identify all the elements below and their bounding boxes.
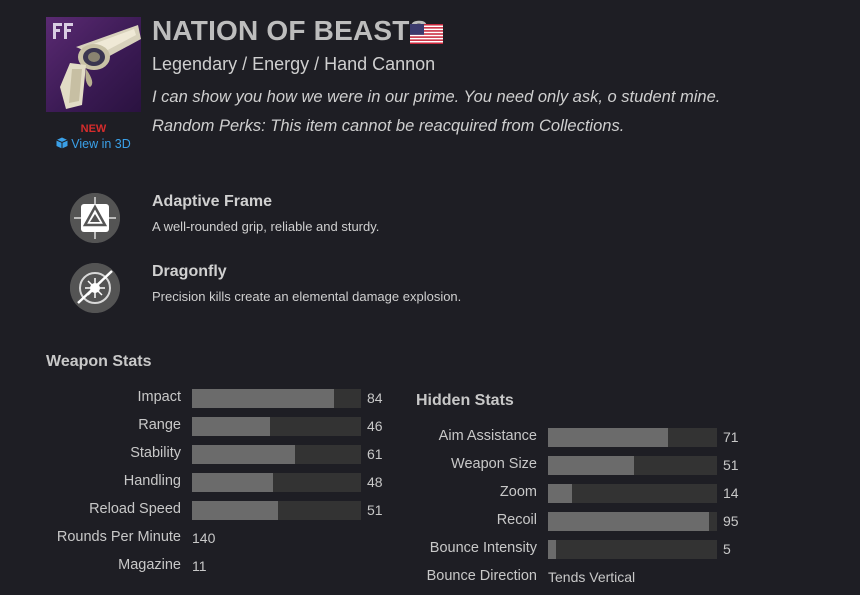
stat-bar [548, 428, 717, 447]
stat-label: Impact [137, 389, 181, 405]
view-in-3d-label: View in 3D [71, 137, 131, 151]
stat-bar-fill [548, 540, 557, 559]
stat-bar-fill [192, 501, 279, 520]
new-badge: NEW [80, 123, 107, 135]
stat-label: Aim Assistance [438, 428, 537, 444]
stat-label: Weapon Size [451, 456, 537, 472]
item-type-line: Legendary / Energy / Hand Cannon [152, 54, 436, 74]
adaptive-frame-icon[interactable] [70, 193, 120, 243]
stat-label: Recoil [496, 512, 537, 528]
stat-bar-fill [192, 389, 334, 408]
hidden-stats-title: Hidden Stats [416, 392, 514, 409]
stat-bar [548, 512, 717, 531]
stat-label: Range [138, 417, 181, 433]
stat-label: Zoom [499, 484, 537, 500]
stat-label: Magazine [118, 557, 181, 573]
stat-bar-fill [192, 445, 296, 464]
stat-bar [192, 445, 361, 464]
perk-name: Adaptive Frame [152, 193, 273, 210]
stat-bar [192, 501, 361, 520]
stat-value: 95 [723, 513, 739, 529]
stat-bar [548, 484, 717, 503]
stat-bar [548, 540, 717, 559]
perk-description: A well-rounded grip, reliable and sturdy… [152, 219, 380, 234]
stat-bar [192, 473, 361, 492]
stat-label: Handling [123, 473, 181, 489]
perk-name: Dragonfly [152, 263, 227, 280]
stat-label: Reload Speed [89, 501, 181, 517]
flavor-text: I can show you how we were in our prime.… [152, 88, 721, 106]
hand-cannon-icon [53, 23, 141, 109]
stat-value: 5 [723, 541, 731, 557]
stat-label: Stability [130, 445, 181, 461]
weapon-stats-title: Weapon Stats [46, 353, 152, 370]
stat-bar-fill [548, 428, 668, 447]
dragonfly-icon[interactable] [70, 263, 120, 313]
us-flag-icon [410, 24, 443, 44]
stat-value: Tends Vertical [548, 569, 636, 585]
stat-bar [192, 389, 361, 408]
stat-label: Bounce Direction [426, 568, 537, 584]
stat-bar-fill [548, 484, 572, 503]
view-in-3d-link[interactable]: View in 3D [46, 137, 141, 151]
stat-value: 11 [192, 558, 207, 574]
stat-bar-fill [192, 473, 274, 492]
weapon-thumbnail [46, 17, 141, 112]
stat-value: 51 [723, 457, 739, 473]
stat-value: 71 [723, 429, 739, 445]
stat-bar [548, 456, 717, 475]
stat-value: 84 [367, 390, 383, 406]
cube-icon [56, 137, 68, 151]
random-perks-note: Random Perks: This item cannot be reacqu… [152, 117, 625, 135]
item-title: NATION OF BEASTS [152, 15, 429, 46]
stat-bar-fill [548, 512, 709, 531]
stat-bar [192, 417, 361, 436]
stat-label: Rounds Per Minute [56, 529, 181, 545]
stat-label: Bounce Intensity [429, 540, 537, 556]
stat-value: 14 [723, 485, 739, 501]
perk-description: Precision kills create an elemental dama… [152, 289, 462, 304]
stat-bar-fill [192, 417, 270, 436]
stat-value: 140 [192, 530, 216, 546]
stat-bar-fill [548, 456, 635, 475]
